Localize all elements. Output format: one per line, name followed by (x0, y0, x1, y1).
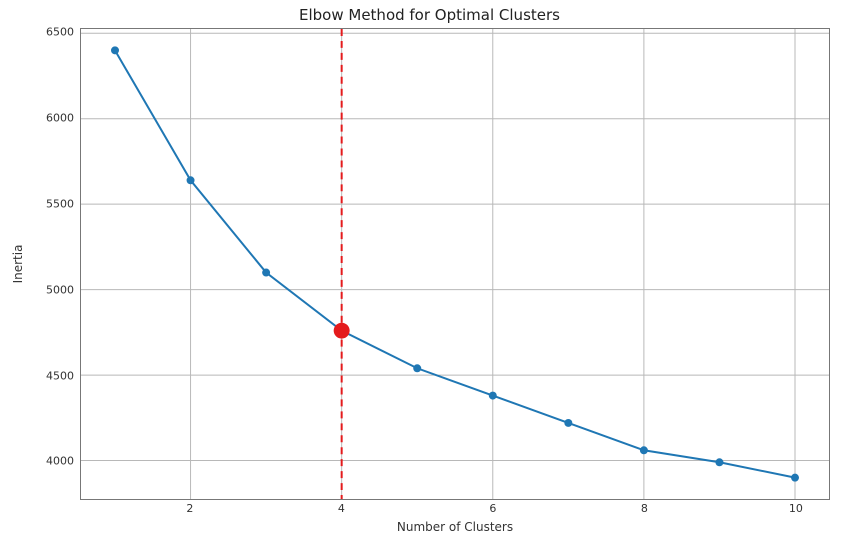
y-tick-label: 5500 (46, 197, 74, 210)
data-point (640, 446, 648, 454)
inertia-line (115, 50, 795, 477)
plot-svg (81, 29, 829, 499)
y-tick-label: 6500 (46, 26, 74, 39)
x-tick-label: 6 (489, 502, 496, 515)
x-axis-label: Number of Clusters (80, 520, 830, 534)
y-tick-label: 5000 (46, 283, 74, 296)
data-point (111, 46, 119, 54)
elbow-point (334, 323, 350, 339)
x-tick-label: 2 (186, 502, 193, 515)
data-point (262, 269, 270, 277)
plot-area (80, 28, 830, 500)
data-point (715, 458, 723, 466)
x-tick-label: 4 (338, 502, 345, 515)
data-point (489, 392, 497, 400)
data-point (187, 176, 195, 184)
data-point (564, 419, 572, 427)
data-point (413, 364, 421, 372)
x-tick-label: 10 (789, 502, 803, 515)
data-point (791, 474, 799, 482)
x-tick-label: 8 (641, 502, 648, 515)
elbow-chart: Elbow Method for Optimal Clusters 2 4 6 8 10… (0, 0, 859, 547)
y-tick-label: 4500 (46, 369, 74, 382)
y-tick-label: 4000 (46, 455, 74, 468)
y-axis-label: Inertia (11, 245, 25, 284)
chart-title: Elbow Method for Optimal Clusters (0, 6, 859, 24)
y-tick-label: 6000 (46, 112, 74, 125)
